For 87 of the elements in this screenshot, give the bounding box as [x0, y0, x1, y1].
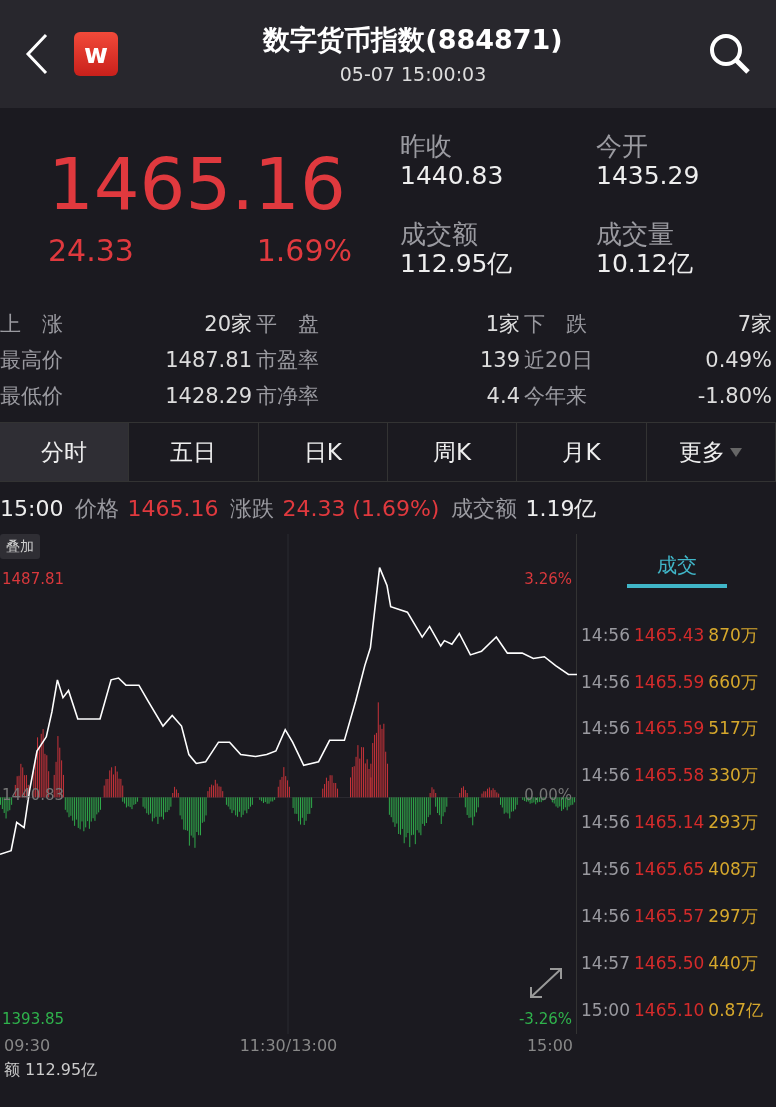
app-logo: w — [74, 32, 118, 76]
axis-label: 0.00% — [524, 785, 572, 806]
time-axis-label: 09:30 — [4, 1035, 51, 1057]
stat-label: 最高价 — [0, 347, 63, 374]
trade-time: 14:56 — [581, 811, 630, 835]
trade-time: 14:56 — [581, 764, 630, 788]
trade-volume: 517万 — [708, 717, 758, 741]
info-value: 24.33 (1.69%) — [282, 494, 440, 523]
info-time: 15:00 — [0, 494, 64, 523]
trade-volume: 870万 — [708, 623, 758, 647]
trade-price: 1465.43 — [634, 623, 705, 647]
field-label: 成交额 — [400, 220, 479, 250]
overlay-button[interactable]: 叠加 — [0, 534, 40, 559]
trade-volume: 440万 — [708, 951, 758, 975]
timestamp: 05-07 15:00:03 — [339, 62, 487, 87]
time-axis-label: 15:00 — [526, 1035, 573, 1057]
trade-time: 14:57 — [581, 951, 630, 975]
trade-volume: 408万 — [708, 858, 758, 882]
search-icon[interactable] — [708, 32, 752, 76]
axis-label: 1393.85 — [2, 1008, 65, 1030]
stat-value: 1428.29 — [165, 383, 252, 410]
turnover-text: 额 112.95亿 — [4, 1060, 98, 1079]
trade-price: 1465.10 — [634, 998, 705, 1022]
stat-value: 139 — [479, 347, 520, 374]
stat-label: 上 涨 — [0, 311, 63, 338]
current-price: 1465.16 — [48, 148, 347, 220]
field-value: 1440.83 — [400, 161, 505, 191]
info-value: 1.19亿 — [525, 494, 597, 523]
stat-value: -1.80% — [697, 383, 772, 410]
chart-tab[interactable]: 日K — [258, 423, 388, 481]
stat-label: 市盈率 — [256, 347, 319, 374]
expand-icon[interactable] — [528, 966, 564, 1000]
field-value: 1435.29 — [596, 161, 701, 191]
change-percent: 1.69% — [256, 232, 352, 270]
trade-price: 1465.58 — [634, 764, 705, 788]
trade-price: 1465.59 — [634, 670, 705, 694]
info-label: 成交额 — [451, 494, 518, 523]
page-title: 数字货币指数(884871) — [263, 22, 563, 57]
stat-value: 0.49% — [705, 347, 772, 374]
stat-label: 市净率 — [256, 383, 319, 410]
time-axis-label: 11:30/13:00 — [239, 1035, 338, 1057]
trade-time: 14:56 — [581, 717, 630, 741]
trade-time: 14:56 — [581, 858, 630, 882]
trade-time: 14:56 — [581, 670, 630, 694]
trade-volume: 330万 — [708, 764, 758, 788]
trade-volume: 0.87亿 — [708, 998, 764, 1022]
stat-value: 1家 — [485, 311, 520, 338]
trade-price: 1465.14 — [634, 811, 705, 835]
field-label: 今开 — [596, 132, 649, 162]
info-value: 1465.16 — [127, 494, 219, 523]
axis-label: -3.26% — [518, 1008, 572, 1030]
stat-value: 4.4 — [486, 383, 520, 410]
chart-tab[interactable]: 月K — [517, 423, 647, 481]
info-label: 涨跌 — [230, 494, 275, 523]
price-change: 24.33 — [48, 232, 134, 270]
trade-volume: 297万 — [708, 905, 758, 929]
axis-label: 1487.81 — [2, 569, 65, 590]
back-icon[interactable] — [24, 33, 50, 75]
axis-label: 3.26% — [524, 569, 572, 590]
stat-label: 近20日 — [524, 347, 593, 374]
field-value: 112.95亿 — [400, 249, 514, 279]
stat-label: 今年来 — [524, 383, 587, 410]
trade-price: 1465.50 — [634, 951, 705, 975]
chart-tab[interactable]: 周K — [388, 423, 518, 481]
trade-time: 14:56 — [581, 623, 630, 647]
chart-tab[interactable]: 五日 — [129, 423, 259, 481]
stat-label: 下 跌 — [524, 311, 587, 338]
trade-price: 1465.57 — [634, 905, 705, 929]
trades-tab[interactable]: 成交 — [626, 542, 727, 588]
trade-price: 1465.59 — [634, 717, 705, 741]
trade-price: 1465.65 — [634, 858, 705, 882]
caret-icon — [728, 446, 743, 458]
field-label: 成交量 — [596, 220, 675, 250]
stat-label: 最低价 — [0, 383, 63, 410]
trade-time: 15:00 — [581, 998, 630, 1022]
chart-tab[interactable]: 更多 — [646, 423, 776, 481]
stat-value: 1487.81 — [165, 347, 252, 374]
stat-value: 7家 — [737, 311, 772, 338]
trade-time: 14:56 — [581, 905, 630, 929]
stat-label: 平 盘 — [256, 311, 319, 338]
field-value: 10.12亿 — [596, 249, 694, 279]
info-label: 价格 — [75, 494, 120, 523]
field-label: 昨收 — [400, 132, 453, 162]
chart-tab[interactable]: 分时 — [0, 423, 130, 481]
trade-volume: 293万 — [708, 811, 758, 835]
trade-volume: 660万 — [708, 670, 758, 694]
stat-value: 20家 — [204, 311, 252, 338]
